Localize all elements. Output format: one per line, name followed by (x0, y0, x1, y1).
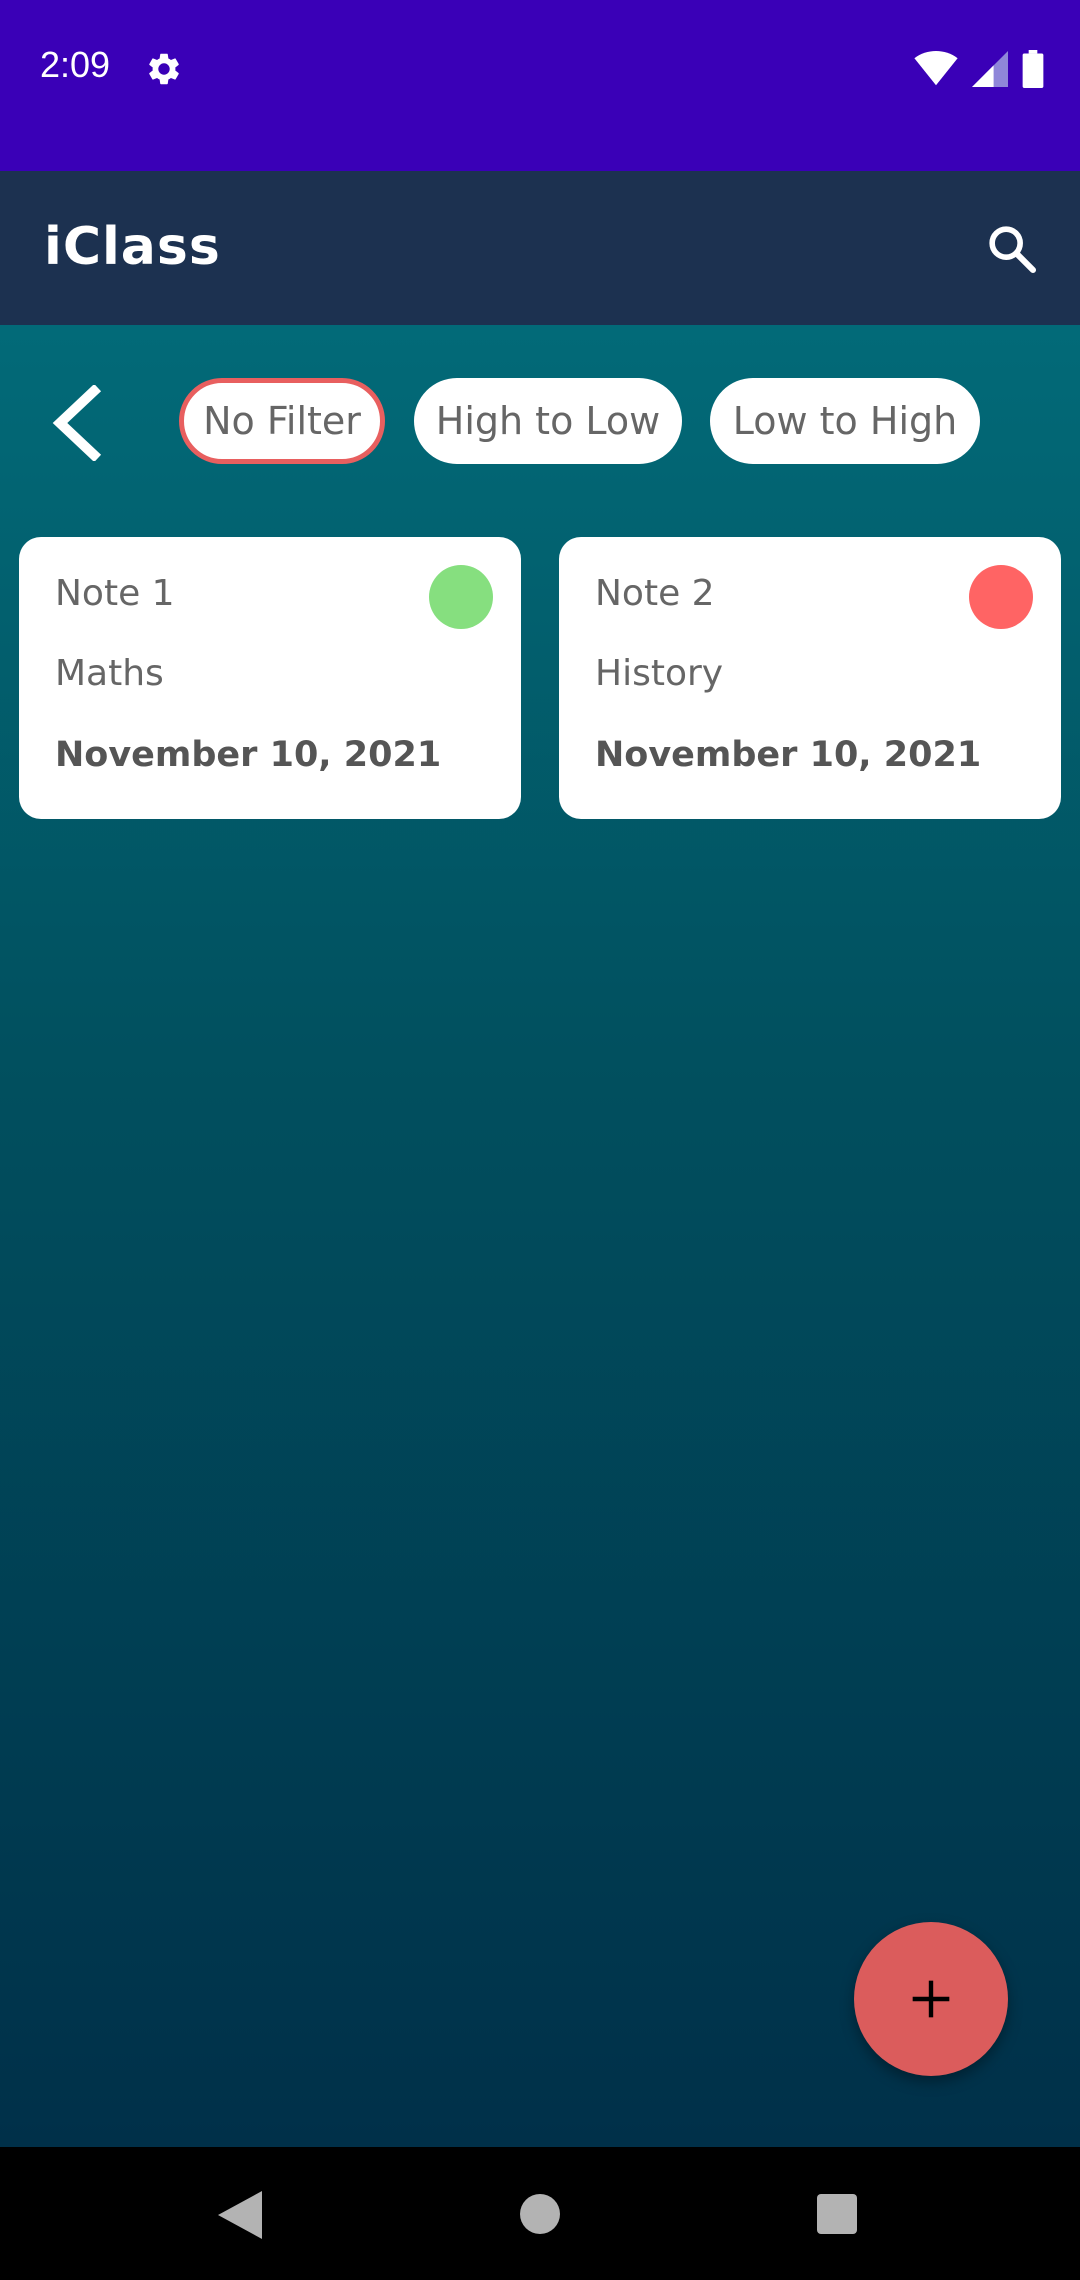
app-title: iClass (44, 217, 221, 277)
filter-chip-low-to-high[interactable]: Low to High (710, 378, 980, 464)
note-title: Note 1 (55, 573, 175, 614)
search-icon[interactable] (984, 221, 1040, 277)
chip-label: Low to High (732, 399, 958, 443)
notes-content: No Filter High to Low Low to High Note 1… (0, 325, 1080, 2147)
note-card[interactable]: Note 2 History November 10, 2021 (559, 537, 1061, 819)
note-title: Note 2 (595, 573, 715, 614)
chip-label: High to Low (435, 399, 661, 443)
priority-indicator (429, 565, 493, 629)
status-bar: 2:09 (0, 0, 1080, 171)
note-subject: Maths (55, 653, 164, 694)
system-nav-bar (0, 2147, 1080, 2280)
gear-icon (149, 53, 179, 85)
filter-chip-high-to-low[interactable]: High to Low (414, 378, 682, 464)
nav-back-icon[interactable] (218, 2191, 262, 2239)
add-note-button[interactable] (854, 1922, 1008, 2076)
priority-indicator (969, 565, 1033, 629)
chip-label: No Filter (203, 399, 361, 443)
signal-icon (972, 51, 1008, 87)
status-icons (914, 50, 1044, 88)
note-date: November 10, 2021 (55, 735, 442, 775)
filter-chip-no-filter[interactable]: No Filter (179, 378, 385, 464)
battery-icon (1022, 50, 1044, 88)
nav-recents-icon[interactable] (817, 2194, 857, 2234)
note-date: November 10, 2021 (595, 735, 982, 775)
plus-icon (912, 1980, 950, 2018)
status-time: 2:09 (40, 44, 111, 85)
wifi-icon (914, 51, 958, 86)
app-bar: iClass (0, 171, 1080, 325)
note-card[interactable]: Note 1 Maths November 10, 2021 (19, 537, 521, 819)
nav-home-icon[interactable] (520, 2194, 560, 2234)
chevron-left-icon[interactable] (50, 385, 102, 461)
note-subject: History (595, 653, 724, 694)
